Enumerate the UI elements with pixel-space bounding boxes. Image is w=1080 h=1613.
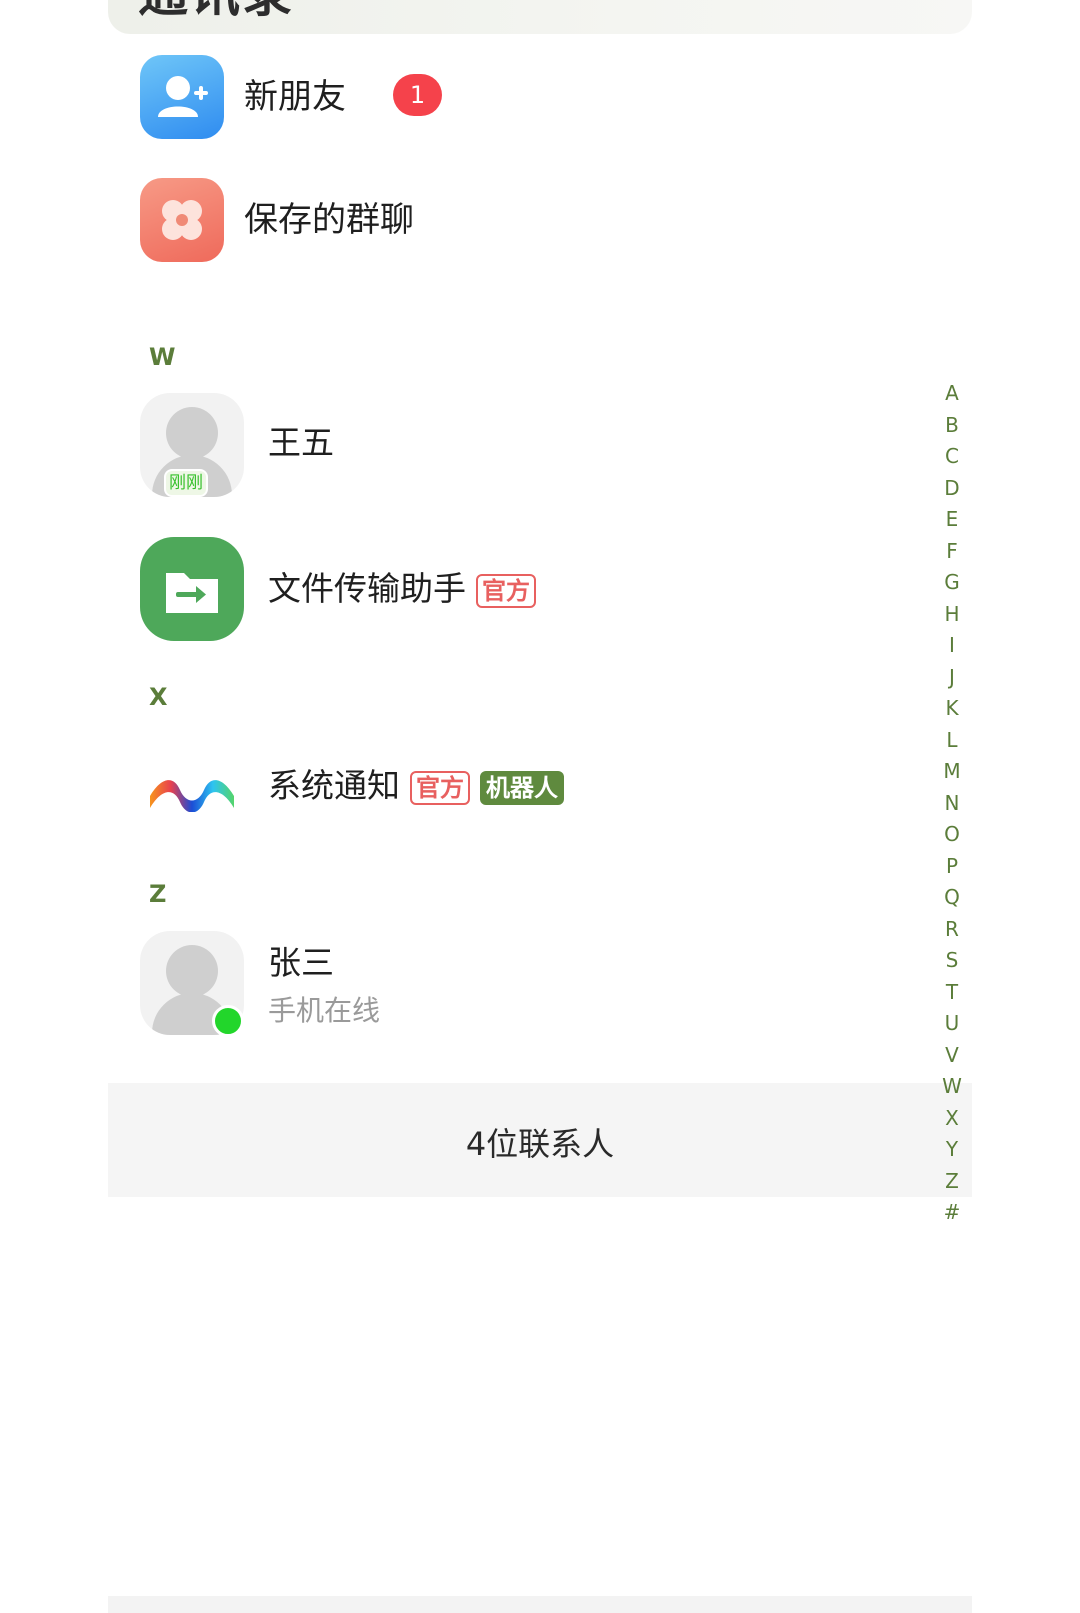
new-friends-label: 新朋友 <box>244 77 346 117</box>
presence-badge: 刚刚 <box>164 469 208 497</box>
contact-name: 张三 <box>268 943 334 982</box>
saved-groups-entry[interactable]: 保存的群聊 <box>108 178 972 278</box>
alphabet-index-item[interactable]: L <box>946 725 957 757</box>
contact-row[interactable]: 系统通知 官方 机器人 <box>108 752 972 856</box>
alphabet-index-item[interactable]: D <box>944 473 959 505</box>
add-person-icon <box>140 55 224 139</box>
alphabet-index-item[interactable]: W <box>942 1071 962 1103</box>
alphabet-index-item[interactable]: K <box>945 693 958 725</box>
alphabet-index-item[interactable]: A <box>945 378 959 410</box>
alphabet-index-item[interactable]: R <box>945 914 959 946</box>
contact-name: 系统通知 <box>268 766 400 805</box>
contact-row[interactable]: 张三 手机在线 <box>108 931 972 1037</box>
contact-row[interactable]: 文件传输助手 官方 <box>108 537 972 641</box>
official-tag: 官方 <box>410 770 470 805</box>
alphabet-index-item[interactable]: P <box>946 851 958 883</box>
contact-name: 王五 <box>268 423 334 462</box>
alphabet-index-item[interactable]: B <box>945 410 959 442</box>
alphabet-index-item[interactable]: V <box>945 1040 959 1072</box>
alphabet-index-item[interactable]: M <box>943 756 960 788</box>
online-status-dot <box>212 1005 244 1037</box>
saved-groups-label: 保存的群聊 <box>244 200 414 240</box>
contacts-page: 通讯录 新朋友 1 保存的群聊 W <box>0 0 1080 1613</box>
contact-count-bar: 4位联系人 <box>108 1083 972 1197</box>
alphabet-index-item[interactable]: G <box>944 567 960 599</box>
alphabet-index-item[interactable]: # <box>944 1197 961 1229</box>
section-letter-w: W <box>149 343 176 371</box>
alphabet-index-item[interactable]: J <box>949 662 955 694</box>
contact-count: 4位联系人 <box>465 1125 615 1163</box>
alphabet-index-item[interactable]: O <box>944 819 960 851</box>
alphabet-index-item[interactable]: U <box>945 1008 960 1040</box>
header-bar: 通讯录 <box>108 0 972 34</box>
contact-name: 文件传输助手 <box>268 569 466 608</box>
folder-transfer-icon <box>140 537 244 641</box>
alphabet-index-item[interactable]: Q <box>944 882 960 914</box>
bot-tag: 机器人 <box>480 770 564 805</box>
page-title: 通讯录 <box>138 0 294 26</box>
alphabet-index-item[interactable]: C <box>945 441 959 473</box>
contact-name-line: 系统通知 官方 机器人 <box>268 764 564 808</box>
alphabet-index-item[interactable]: Y <box>946 1134 958 1166</box>
alphabet-index-item[interactable]: Z <box>945 1166 959 1198</box>
new-friends-badge: 1 <box>393 74 442 116</box>
contact-row[interactable]: 刚刚 王五 <box>108 393 972 497</box>
alphabet-index-item[interactable]: N <box>945 788 960 820</box>
system-notify-icon <box>148 772 236 813</box>
official-tag: 官方 <box>476 573 536 608</box>
contact-status: 手机在线 <box>268 994 381 1027</box>
clover-icon <box>140 178 224 262</box>
alphabet-index-item[interactable]: S <box>946 945 959 977</box>
contact-name-line: 文件传输助手 官方 <box>268 567 536 611</box>
alphabet-index-item[interactable]: H <box>944 599 959 631</box>
alphabet-index-item[interactable]: F <box>946 536 958 568</box>
alphabet-index-item[interactable]: E <box>946 504 959 536</box>
alphabet-index-item[interactable]: X <box>945 1103 959 1135</box>
new-friends-entry[interactable]: 新朋友 1 <box>108 55 972 155</box>
alphabet-index-item[interactable]: I <box>949 630 955 662</box>
alphabet-index-item[interactable]: T <box>946 977 958 1009</box>
section-letter-z: Z <box>149 880 167 908</box>
bottom-bar <box>108 1596 972 1613</box>
section-letter-x: X <box>149 683 168 711</box>
alphabet-index[interactable]: A B C D E F G H I J K L M N O P Q R S T U V W X Y Z # <box>938 378 966 1229</box>
